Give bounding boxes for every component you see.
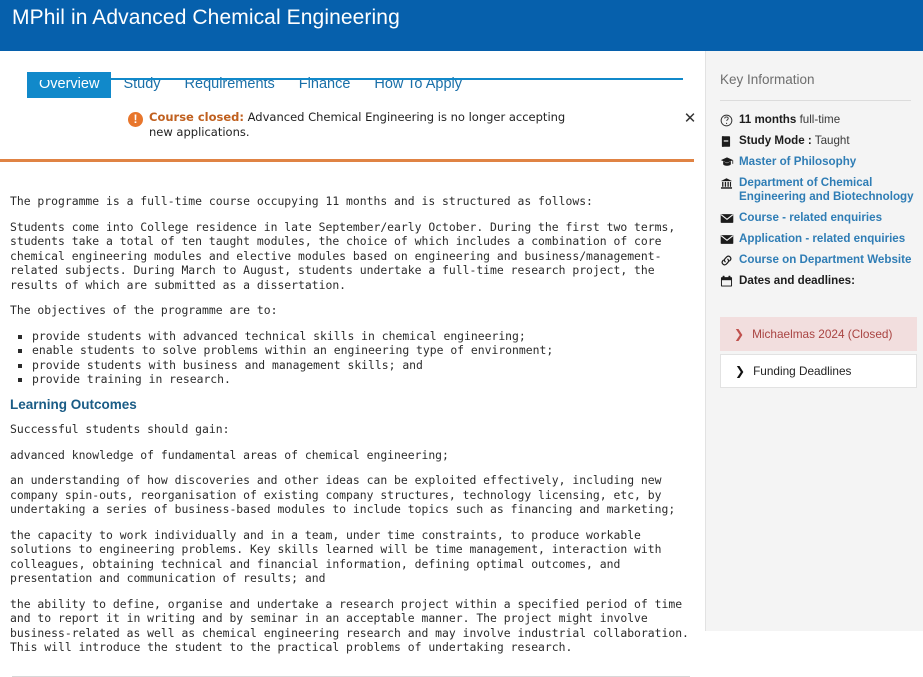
page-header: MPhil in Advanced Chemical Engineering	[0, 0, 923, 51]
qualification-link[interactable]: Master of Philosophy	[739, 155, 916, 169]
key-information-list: 11 months full-time Study Mode : Taught …	[720, 113, 916, 295]
accordion-item-michaelmas[interactable]: ❯ Michaelmas 2024 (Closed)	[720, 317, 917, 351]
structure-paragraph: Students come into College residence in …	[10, 219, 676, 292]
study-mode-label: Study Mode :	[739, 134, 812, 147]
key-info-text: 11 months full-time	[739, 113, 916, 127]
tab-study[interactable]: Study	[111, 72, 172, 98]
main-content-column: Overview Study Requirements Finance How …	[0, 51, 705, 677]
application-enquiries-link[interactable]: Application - related enquiries	[739, 232, 916, 246]
list-item: provide students with advanced technical…	[32, 329, 690, 344]
graduation-cap-icon	[720, 155, 736, 169]
key-info-department[interactable]: Department of Chemical Engineering and B…	[720, 176, 916, 204]
deadlines-accordion: ❯ Michaelmas 2024 (Closed) ❯ Funding Dea…	[720, 317, 917, 388]
calendar-icon	[720, 274, 736, 288]
envelope-icon	[720, 232, 736, 246]
learning-point: the ability to define, organise and unde…	[10, 596, 689, 655]
tab-how-to-apply[interactable]: How To Apply	[362, 72, 474, 98]
key-info-text: Study Mode : Taught	[739, 134, 916, 148]
learning-outcomes-heading: Learning Outcomes	[10, 396, 137, 412]
key-information-sidebar: Key Information 11 months full-time Stud…	[705, 51, 923, 631]
learning-point: an understanding of how discoveries and …	[10, 473, 676, 516]
accordion-label: Funding Deadlines	[753, 364, 852, 378]
list-item: enable students to solve problems within…	[32, 343, 690, 358]
tab-underline	[27, 78, 683, 80]
tab-overview[interactable]: Overview	[27, 72, 112, 98]
key-info-application-enquiries[interactable]: Application - related enquiries	[720, 232, 916, 246]
close-icon[interactable]: ✕	[682, 110, 698, 126]
orange-divider	[0, 159, 694, 162]
accordion-label: Michaelmas 2024 (Closed)	[752, 327, 893, 341]
department-link[interactable]: Department of Chemical Engineering and B…	[739, 176, 916, 204]
key-info-course-enquiries[interactable]: Course - related enquiries	[720, 211, 916, 225]
learning-point: advanced knowledge of fundamental areas …	[10, 447, 449, 462]
intro-paragraph: The programme is a full-time course occu…	[10, 194, 593, 208]
study-mode-value: Taught	[811, 134, 850, 147]
key-info-duration: 11 months full-time	[720, 113, 916, 127]
page-root: MPhil in Advanced Chemical Engineering O…	[0, 0, 923, 677]
alert-strong-label: Course closed:	[149, 110, 244, 124]
list-item: provide training in research.	[32, 372, 690, 387]
book-icon	[720, 134, 736, 148]
clock-icon	[720, 113, 736, 127]
duration-mode: full-time	[796, 113, 841, 126]
duration-value: 11 months	[739, 113, 797, 126]
department-website-link[interactable]: Course on Department Website	[739, 253, 916, 267]
course-closed-alert: ! Course closed: Advanced Chemical Engin…	[27, 107, 696, 153]
sidebar-title: Key Information	[720, 72, 815, 87]
accordion-item-funding-deadlines[interactable]: ❯ Funding Deadlines	[720, 354, 917, 388]
link-icon	[720, 253, 736, 267]
list-item: provide students with business and manag…	[32, 358, 690, 373]
alert-message-wrapper: Course closed: Advanced Chemical Enginee…	[149, 110, 569, 140]
objectives-list: provide students with advanced technical…	[10, 329, 690, 387]
chevron-right-icon: ❯	[734, 327, 745, 341]
page-title: MPhil in Advanced Chemical Engineering	[12, 6, 400, 29]
key-info-study-mode: Study Mode : Taught	[720, 134, 916, 148]
learning-point: the capacity to work individually and in…	[10, 527, 662, 586]
exclamation-circle-icon: !	[128, 112, 143, 127]
objectives-intro: The objectives of the programme are to:	[10, 303, 278, 317]
overview-content: The programme is a full-time course occu…	[10, 194, 690, 666]
course-enquiries-link[interactable]: Course - related enquiries	[739, 211, 916, 225]
tab-finance[interactable]: Finance	[287, 72, 363, 98]
chevron-right-icon: ❯	[735, 364, 746, 378]
key-info-department-website[interactable]: Course on Department Website	[720, 253, 916, 267]
learning-intro: Successful students should gain:	[10, 422, 230, 436]
institution-icon	[720, 176, 736, 190]
sidebar-divider	[720, 100, 911, 101]
key-info-dates-deadlines: Dates and deadlines:	[720, 274, 916, 288]
tab-bar: Overview Study Requirements Finance How …	[0, 71, 705, 100]
envelope-icon	[720, 211, 736, 225]
dates-deadlines-label: Dates and deadlines:	[739, 274, 855, 287]
tab-requirements[interactable]: Requirements	[173, 72, 287, 98]
key-info-qualification[interactable]: Master of Philosophy	[720, 155, 916, 169]
